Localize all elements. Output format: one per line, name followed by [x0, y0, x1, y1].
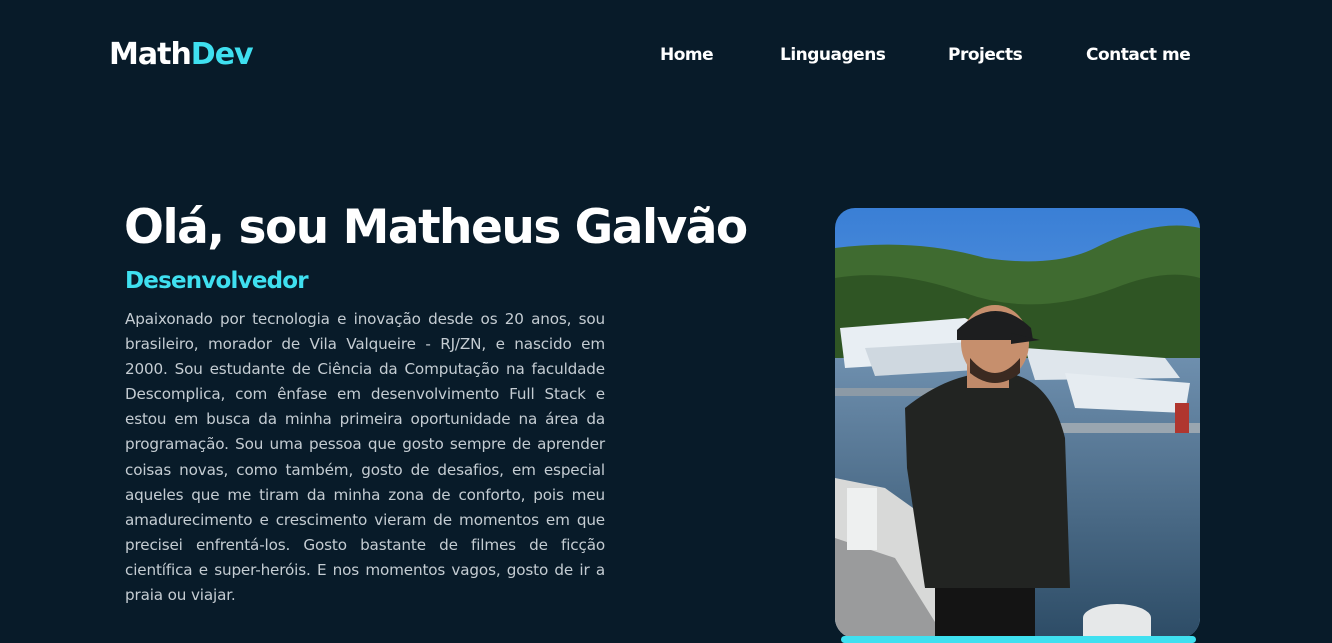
hero-role: Desenvolvedor — [125, 268, 309, 294]
nav-projects[interactable]: Projects — [948, 44, 1023, 66]
profile-photo — [835, 208, 1200, 638]
nav-contact[interactable]: Contact me — [1086, 44, 1191, 66]
hero-bio: Apaixonado por tecnologia e inovação des… — [125, 310, 605, 605]
nav-home[interactable]: Home — [660, 44, 714, 66]
site-header: MathDev Home Linguagens Projects Contact… — [0, 0, 1332, 110]
nav-linguagens[interactable]: Linguagens — [780, 44, 886, 66]
photo-accent-bar — [841, 636, 1196, 643]
hero-title: Olá, sou Matheus Galvão — [124, 200, 748, 255]
main-nav: Home Linguagens Projects Contact me — [0, 44, 1332, 68]
